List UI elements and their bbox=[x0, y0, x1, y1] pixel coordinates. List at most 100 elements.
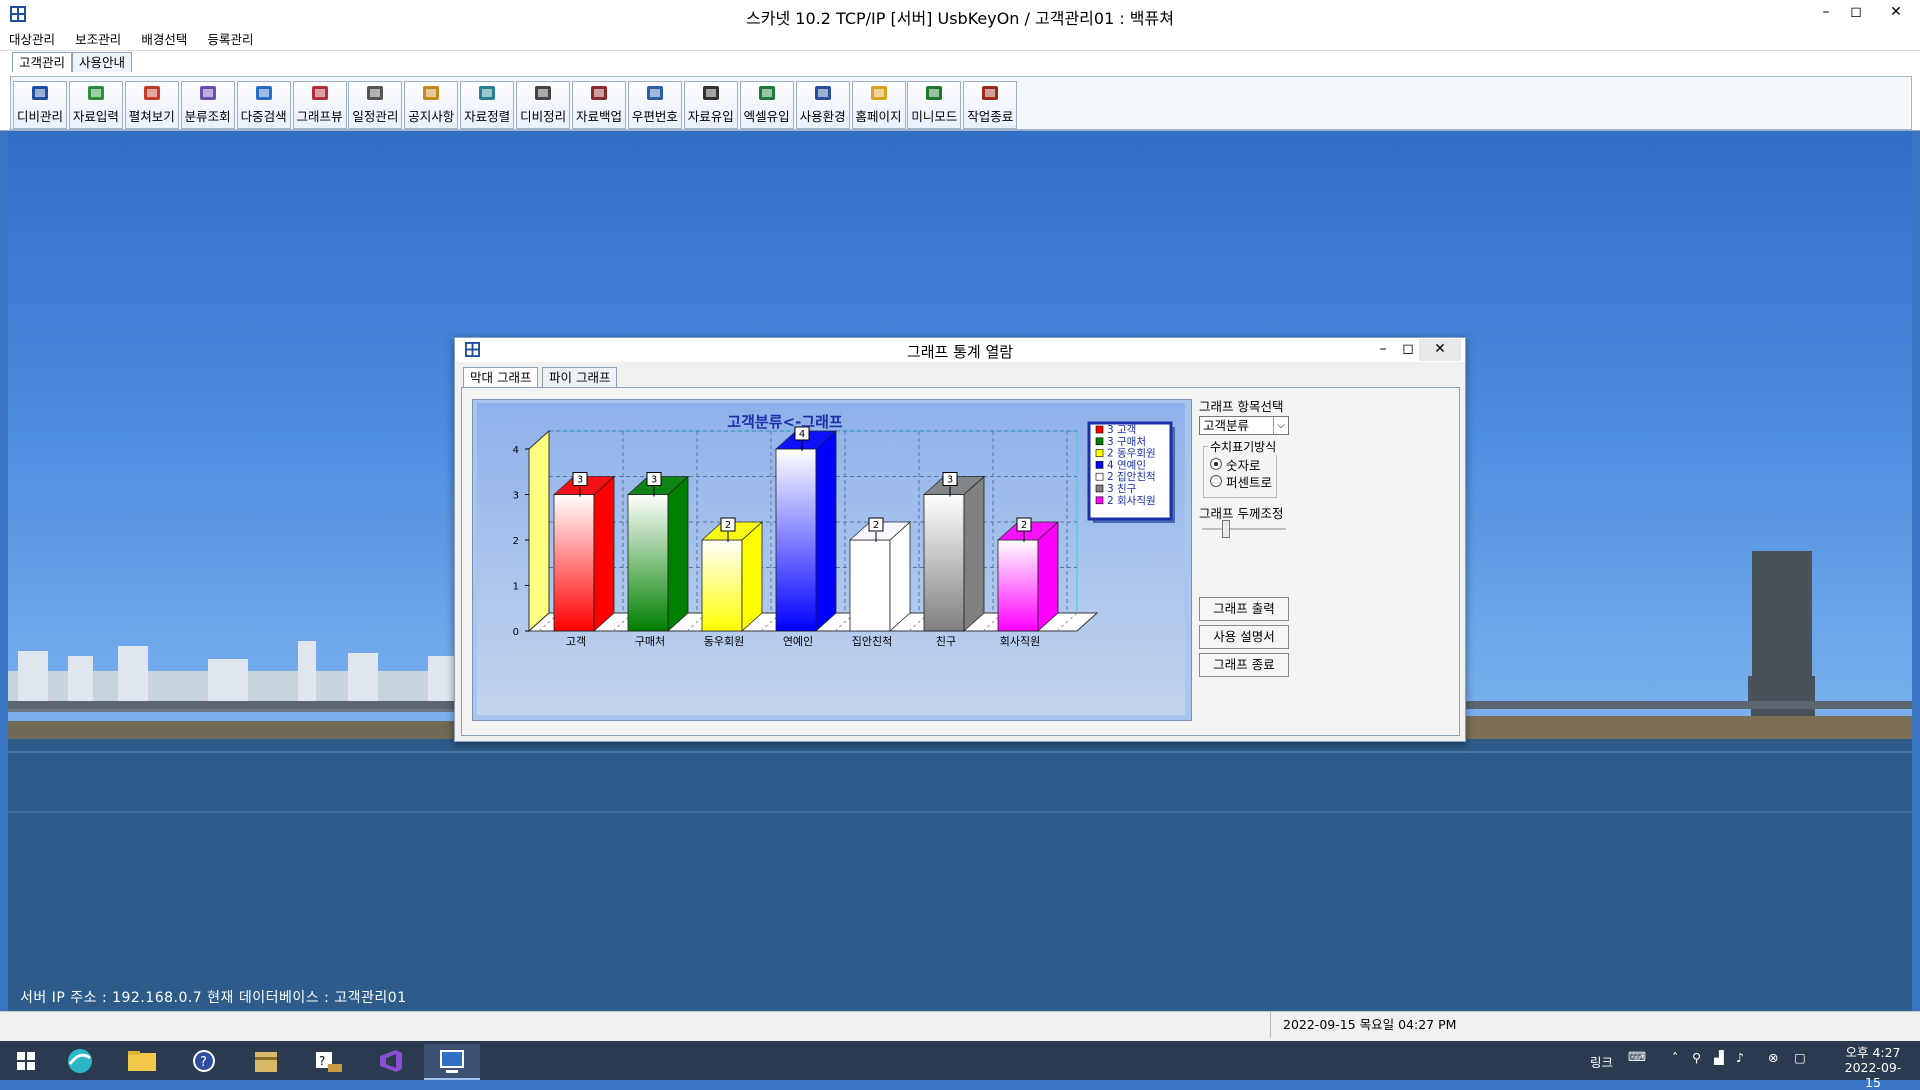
legend-entry-2: 2 동우회원 bbox=[1107, 448, 1156, 460]
menu-bar: 대상관리 보조관리 배경선택 등록관리 bbox=[0, 30, 1920, 50]
monitor-icon bbox=[440, 1050, 464, 1073]
chart-icon bbox=[311, 85, 329, 101]
menu-registration[interactable]: 등록관리 bbox=[200, 30, 260, 50]
toolbar-button-10[interactable]: 자료백업 bbox=[572, 81, 626, 129]
y-tick-label: 4 bbox=[513, 445, 519, 456]
y-tick-label: 3 bbox=[513, 491, 519, 502]
x-tick-label: 친구 bbox=[936, 635, 956, 648]
search-icon bbox=[255, 85, 273, 101]
sort-icon bbox=[478, 85, 496, 101]
tray-date: 2022-09-15 bbox=[1844, 1060, 1902, 1090]
taskbar-browser[interactable] bbox=[58, 1044, 102, 1078]
print-graph-button[interactable]: 그래프 출력 bbox=[1199, 597, 1289, 621]
toolbar-button-6[interactable]: 일정관리 bbox=[348, 81, 403, 129]
toolbar-button-4[interactable]: 다중검색 bbox=[236, 81, 291, 129]
bar-2 bbox=[701, 539, 743, 632]
network-icon[interactable]: ▟ bbox=[1714, 1050, 1724, 1065]
value-label: 3 bbox=[947, 475, 953, 486]
maximize-button[interactable]: ◻ bbox=[1838, 2, 1874, 24]
volume-icon[interactable]: ♪ bbox=[1736, 1050, 1744, 1065]
toolbar-button-label: 자료정렬 bbox=[464, 109, 511, 124]
menu-auxiliary[interactable]: 보조관리 bbox=[68, 30, 128, 50]
helpdesk-icon: ? bbox=[316, 1052, 342, 1072]
toolbar-button-label: 분류조회 bbox=[184, 109, 231, 124]
dialog-close-button[interactable]: ✕ bbox=[1419, 339, 1461, 361]
toolbar: 디비관리 자료입력 펼쳐보기 분류조회 다중검색 그래프뷰 일정관리 공지사항 자료정렬 디비정리… bbox=[0, 72, 1920, 131]
toolbar-button-3[interactable]: 분류조회 bbox=[180, 81, 235, 129]
tab-guide[interactable]: 사용안내 bbox=[72, 52, 133, 73]
taskbar: ? ? 링크 ⌨ ˄ ⚲ ▟ ♪ ⊗ ▢ 오후 4:27 2022-09-15 bbox=[0, 1041, 1920, 1090]
taskbar-explorer[interactable] bbox=[120, 1044, 164, 1078]
toolbar-button-9[interactable]: 디비정리 bbox=[516, 81, 571, 129]
toolbar-button-8[interactable]: 자료정렬 bbox=[460, 81, 515, 129]
taskbar-helpdesk[interactable]: ? bbox=[306, 1044, 350, 1078]
thickness-slider-track[interactable] bbox=[1202, 528, 1286, 530]
toolbar-button-15[interactable]: 홈페이지 bbox=[851, 81, 906, 129]
taskbar-visualstudio[interactable] bbox=[368, 1044, 412, 1078]
toolbar-button-label: 자료백업 bbox=[575, 109, 622, 124]
tray-language[interactable]: 링크 bbox=[1590, 1052, 1613, 1071]
toolbar-button-16[interactable]: 미니모드 bbox=[907, 81, 962, 129]
import-icon bbox=[702, 85, 720, 101]
bar-side-6 bbox=[1037, 521, 1059, 632]
tray-chevron-up-icon[interactable]: ˄ bbox=[1672, 1050, 1678, 1065]
toolbar-button-12[interactable]: 자료유입 bbox=[683, 81, 738, 129]
dialog-title: 그래프 통계 열람 bbox=[906, 343, 1014, 361]
thickness-label: 그래프 두께조정 bbox=[1199, 506, 1284, 521]
tab-pie-graph[interactable]: 파이 그래프 bbox=[542, 367, 618, 389]
toolbar-button-label: 미니모드 bbox=[911, 109, 958, 124]
book-icon bbox=[143, 85, 161, 101]
start-button[interactable] bbox=[4, 1044, 48, 1078]
toolbar-button-14[interactable]: 사용환경 bbox=[795, 81, 850, 129]
usb-icon[interactable]: ⚲ bbox=[1692, 1050, 1701, 1065]
close-button[interactable]: ✕ bbox=[1878, 2, 1914, 24]
chevron-down-icon[interactable]: ⌵ bbox=[1273, 417, 1288, 434]
toolbar-button-label: 사용환경 bbox=[799, 109, 846, 124]
close-graph-button[interactable]: 그래프 종료 bbox=[1199, 653, 1289, 677]
user-manual-button[interactable]: 사용 설명서 bbox=[1199, 625, 1289, 649]
legend-entry-6: 2 회사직원 bbox=[1107, 495, 1156, 507]
taskbar-active-app[interactable] bbox=[424, 1044, 480, 1080]
y-tick-label: 0 bbox=[513, 627, 519, 638]
taskbar-archive[interactable] bbox=[244, 1044, 288, 1078]
toolbar-button-label: 자료유입 bbox=[687, 109, 734, 124]
toolbar-button-11[interactable]: 우편번호 bbox=[627, 81, 682, 129]
toolbar-button-1[interactable]: 자료입력 bbox=[68, 81, 123, 129]
graph-dialog: 그래프 통계 열람 – ◻ ✕ 막대 그래프 파이 그래프 0 1 2 3 4 3 고객 3 구… bbox=[454, 337, 1466, 742]
radio-percent[interactable] bbox=[1210, 475, 1222, 487]
tray-clock[interactable]: 오후 4:27 2022-09-15 bbox=[1840, 1045, 1906, 1090]
x-tick-label: 집안친척 bbox=[852, 635, 892, 648]
chart-frame: 0 1 2 3 4 3 고객 3 구매처 2 동우회원 4 연예인 2 집안친척 3 친구 2 회사직원 고객분류<-… bbox=[472, 399, 1192, 721]
action-center-icon[interactable]: ▢ bbox=[1794, 1050, 1806, 1065]
legend-entry-4: 2 집안친척 bbox=[1107, 471, 1156, 483]
folder-icon bbox=[128, 1051, 156, 1071]
toolbar-button-0[interactable]: 디비관리 bbox=[13, 81, 67, 129]
tab-customer[interactable]: 고객관리 bbox=[12, 52, 73, 73]
taskbar-help[interactable]: ? bbox=[182, 1044, 226, 1078]
tray-time: 오후 4:27 bbox=[1845, 1045, 1901, 1060]
item-select-value: 고객분류 bbox=[1203, 418, 1250, 433]
tab-bar-graph[interactable]: 막대 그래프 bbox=[463, 367, 539, 389]
toolbar-button-17[interactable]: 작업종료 bbox=[963, 81, 1018, 129]
notification-off-icon[interactable]: ⊗ bbox=[1768, 1050, 1778, 1065]
exit-icon bbox=[981, 85, 999, 101]
value-label: 2 bbox=[1021, 520, 1027, 531]
value-label: 3 bbox=[577, 475, 583, 486]
archive-icon bbox=[255, 1052, 277, 1072]
toolbar-button-label: 디비관리 bbox=[16, 109, 63, 124]
legend-swatch-5 bbox=[1095, 484, 1104, 493]
toolbar-button-5[interactable]: 그래프뷰 bbox=[292, 81, 347, 129]
radio-number[interactable] bbox=[1210, 458, 1222, 470]
keyboard-icon[interactable]: ⌨ bbox=[1628, 1049, 1646, 1064]
menu-background[interactable]: 배경선택 bbox=[134, 30, 194, 50]
y-tick-label: 1 bbox=[513, 582, 519, 593]
display-mode-label: 수치표기방식 bbox=[1208, 438, 1279, 455]
toolbar-button-2[interactable]: 펼쳐보기 bbox=[124, 81, 179, 129]
bar-4 bbox=[849, 539, 891, 632]
toolbar-button-7[interactable]: 공지사항 bbox=[404, 81, 459, 129]
menu-target[interactable]: 대상관리 bbox=[2, 30, 62, 50]
toolbar-button-13[interactable]: 엑셀유입 bbox=[739, 81, 794, 129]
thickness-slider-handle[interactable] bbox=[1222, 520, 1230, 538]
item-select-dropdown[interactable]: 고객분류 ⌵ bbox=[1199, 416, 1289, 435]
window-title: 스카넷 10.2 TCP/IP [서버] UsbKeyOn / 고객관리01 :… bbox=[746, 9, 1174, 28]
